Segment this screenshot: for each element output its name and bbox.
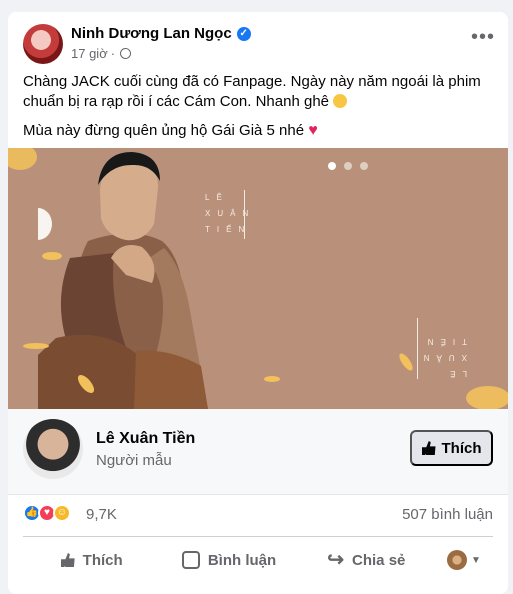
post-time[interactable]: 17 giờ <box>71 46 108 61</box>
like-icon <box>60 553 75 567</box>
comment-button[interactable]: Bình luận <box>160 551 297 569</box>
heart-icon: ♥ <box>308 122 318 139</box>
falling-leaves <box>8 148 508 409</box>
comment-count[interactable]: 507 bình luận <box>402 506 493 523</box>
comment-label: Bình luận <box>207 551 277 569</box>
like-page-label: Thích <box>441 439 482 457</box>
like-button[interactable]: Thích <box>23 552 160 569</box>
shared-page-preview[interactable]: Lê Xuân Tiền Người mẫu Thích <box>8 409 508 495</box>
care-reaction-icon: ☺ <box>53 504 71 522</box>
post-image-carousel[interactable]: LÊ XUÂN TIẾN LÊ XUÂN TIẾN <box>8 148 508 409</box>
author-name-row[interactable]: Ninh Dương Lan Ngọc ✓ <box>71 25 251 42</box>
post-header: Ninh Dương Lan Ngọc ✓ 17 giờ · ••• <box>23 23 495 65</box>
post-meta: 17 giờ · <box>71 46 132 61</box>
viewer-selector[interactable]: ▼ <box>435 550 493 570</box>
post-actions: Thích Bình luận ↪ Chia sẻ ▼ <box>23 542 493 578</box>
post-stats: 👍 ♥ ☺ 9,7K 507 bình luận <box>23 501 493 529</box>
face-emoji-icon <box>333 94 348 108</box>
share-icon: ↪ <box>327 549 345 571</box>
like-page-button[interactable]: Thích <box>410 430 493 466</box>
stats-divider <box>23 536 493 537</box>
more-icon[interactable]: ••• <box>471 27 495 47</box>
viewer-avatar <box>447 550 468 570</box>
post-text-line-1: Chàng JACK cuối cùng đã có Fanpage. Ngày… <box>23 73 481 110</box>
thumbs-up-icon <box>421 441 436 455</box>
chevron-down-icon: ▼ <box>471 554 481 566</box>
reaction-icons[interactable]: 👍 ♥ ☺ <box>23 504 71 522</box>
share-button[interactable]: ↪ Chia sẻ <box>298 549 435 571</box>
share-label: Chia sẻ <box>352 551 406 569</box>
post-text-line-2: Mùa này đừng quên ủng hộ Gái Già 5 nhé <box>23 122 305 139</box>
reaction-count[interactable]: 9,7K <box>86 506 117 523</box>
author-avatar[interactable] <box>23 24 63 64</box>
page-role: Người mẫu <box>96 452 172 469</box>
globe-icon <box>120 48 132 59</box>
comment-icon <box>181 551 200 569</box>
page-avatar[interactable] <box>23 419 83 479</box>
author-name[interactable]: Ninh Dương Lan Ngọc <box>71 25 232 42</box>
verified-icon: ✓ <box>236 26 251 41</box>
post-card: Ninh Dương Lan Ngọc ✓ 17 giờ · ••• Chàng… <box>8 12 508 594</box>
page-name[interactable]: Lê Xuân Tiền <box>96 430 195 448</box>
post-text: Chàng JACK cuối cùng đã có Fanpage. Ngày… <box>23 72 493 150</box>
like-label: Thích <box>82 551 123 569</box>
